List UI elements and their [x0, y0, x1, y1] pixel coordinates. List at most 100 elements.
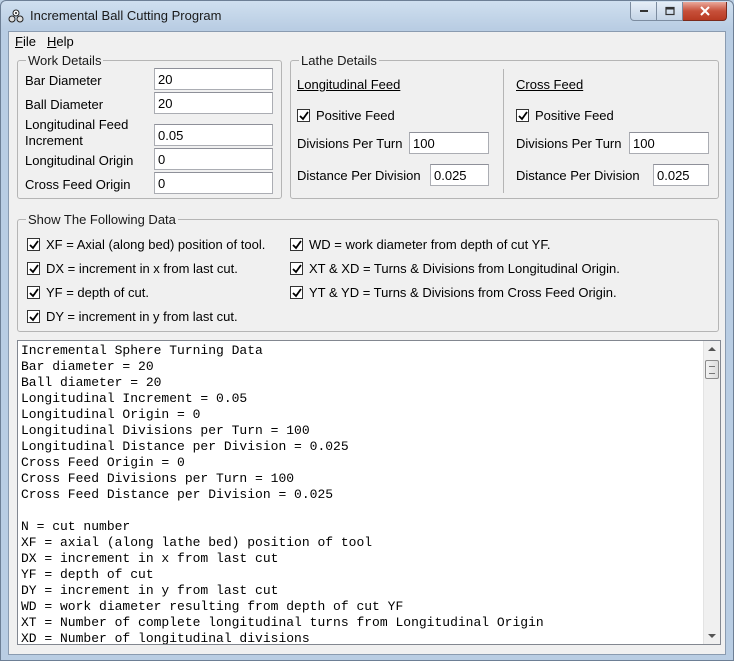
check-icon	[292, 240, 302, 250]
output-line: Incremental Sphere Turning Data	[21, 343, 263, 358]
checkbox-box	[290, 262, 303, 275]
menu-help[interactable]: Help	[47, 34, 74, 49]
work-details-legend: Work Details	[28, 53, 102, 68]
output-line: XT = Number of complete longitudinal tur…	[21, 615, 544, 630]
output-line: YF = depth of cut	[21, 567, 154, 582]
check-icon	[299, 111, 309, 121]
output-line: Longitudinal Divisions per Turn = 100	[21, 423, 310, 438]
client-area: File Help Work Details Bar Diameter Ball…	[8, 31, 726, 655]
minimize-button[interactable]	[630, 2, 657, 21]
show-xt-xd-label: XT & XD = Turns & Divisions from Longitu…	[309, 261, 620, 276]
output-line: Longitudinal Origin = 0	[21, 407, 201, 422]
scroll-thumb[interactable]	[705, 360, 719, 379]
long-feed-increment-label: Longitudinal Feed	[25, 117, 129, 132]
show-yt-yd-checkbox[interactable]: YT & YD = Turns & Divisions from Cross F…	[290, 285, 617, 300]
ball-diameter-label: Ball Diameter	[25, 97, 104, 112]
output-line: WD = work diameter resulting from depth …	[21, 599, 404, 614]
checkbox-box	[27, 310, 40, 323]
cross-divisions-input[interactable]	[629, 132, 709, 154]
show-yf-label: YF = depth of cut.	[46, 285, 149, 300]
long-positive-feed-label: Positive Feed	[316, 108, 395, 123]
scroll-down-button[interactable]	[704, 627, 720, 644]
cross-positive-feed-checkbox[interactable]: Positive Feed	[516, 108, 614, 123]
long-distance-label: Distance Per Division	[297, 168, 421, 183]
checkbox-box	[516, 109, 529, 122]
show-data-legend: Show The Following Data	[28, 212, 176, 227]
output-line: DX = increment in x from last cut	[21, 551, 279, 566]
checkbox-box	[297, 109, 310, 122]
ball-diameter-input[interactable]	[154, 92, 273, 114]
cross-divisions-label: Divisions Per Turn	[516, 136, 622, 151]
long-origin-label: Longitudinal Origin	[25, 153, 134, 168]
app-icon	[8, 8, 24, 24]
check-icon	[518, 111, 528, 121]
output-line: N = cut number	[21, 519, 131, 534]
cross-distance-input[interactable]	[653, 164, 709, 186]
output-textarea[interactable]: Incremental Sphere Turning Data Bar diame…	[17, 340, 721, 645]
checkbox-box	[290, 238, 303, 251]
lathe-details-legend: Lathe Details	[301, 53, 377, 68]
output-text: Incremental Sphere Turning Data Bar diame…	[21, 343, 701, 645]
long-distance-input[interactable]	[430, 164, 489, 186]
output-line: Ball diameter = 20	[21, 375, 162, 390]
output-line: Cross Feed Divisions per Turn = 100	[21, 471, 295, 486]
show-xf-checkbox[interactable]: XF = Axial (along bed) position of tool.	[27, 237, 265, 252]
output-line: Longitudinal Distance per Division = 0.0…	[21, 439, 349, 454]
cross-feed-origin-input[interactable]	[154, 172, 273, 194]
output-line: Cross Feed Distance per Division = 0.025	[21, 487, 334, 502]
show-dy-label: DY = increment in y from last cut.	[46, 309, 238, 324]
output-line: DY = increment in y from last cut	[21, 583, 279, 598]
title-bar[interactable]: Incremental Ball Cutting Program	[1, 1, 733, 31]
cross-feed-origin-label: Cross Feed Origin	[25, 177, 131, 192]
cross-feed-heading: Cross Feed	[516, 77, 584, 92]
show-dx-label: DX = increment in x from last cut.	[46, 261, 238, 276]
output-line: Bar diameter = 20	[21, 359, 154, 374]
check-icon	[29, 240, 39, 250]
show-xf-label: XF = Axial (along bed) position of tool.	[46, 237, 266, 252]
show-wd-checkbox[interactable]: WD = work diameter from depth of cut YF.	[290, 237, 550, 252]
check-icon	[292, 264, 302, 274]
checkbox-box	[290, 286, 303, 299]
cross-positive-feed-label: Positive Feed	[535, 108, 614, 123]
output-line: XD = Number of longitudinal divisions	[21, 631, 310, 645]
long-origin-input[interactable]	[154, 148, 273, 170]
long-divisions-label: Divisions Per Turn	[297, 136, 403, 151]
show-yt-yd-label: YT & YD = Turns & Divisions from Cross F…	[309, 285, 617, 300]
caption-buttons	[630, 2, 727, 21]
app-window: Incremental Ball Cutting Program File He…	[0, 0, 734, 661]
maximize-button[interactable]	[657, 2, 683, 21]
checkbox-box	[27, 238, 40, 251]
close-button[interactable]	[683, 2, 727, 21]
show-wd-label: WD = work diameter from depth of cut YF.	[309, 237, 551, 252]
output-line: Longitudinal Increment = 0.05	[21, 391, 248, 406]
vertical-scrollbar[interactable]	[703, 341, 720, 644]
bar-diameter-input[interactable]	[154, 68, 273, 90]
checkbox-box	[27, 286, 40, 299]
check-icon	[29, 264, 39, 274]
bar-diameter-label: Bar Diameter	[25, 73, 102, 88]
checkbox-box	[27, 262, 40, 275]
chevron-up-icon	[708, 347, 716, 351]
show-yf-checkbox[interactable]: YF = depth of cut.	[27, 285, 149, 300]
check-icon	[29, 312, 39, 322]
check-icon	[29, 288, 39, 298]
output-line: XF = axial (along lathe bed) position of…	[21, 535, 373, 550]
menu-file[interactable]: File	[15, 34, 36, 49]
long-positive-feed-checkbox[interactable]: Positive Feed	[297, 108, 395, 123]
show-xt-xd-checkbox[interactable]: XT & XD = Turns & Divisions from Longitu…	[290, 261, 620, 276]
scroll-up-button[interactable]	[704, 341, 720, 358]
cross-distance-label: Distance Per Division	[516, 168, 640, 183]
chevron-down-icon	[708, 634, 716, 638]
longitudinal-feed-heading: Longitudinal Feed	[297, 77, 401, 92]
window-title: Incremental Ball Cutting Program	[30, 8, 222, 23]
long-divisions-input[interactable]	[409, 132, 489, 154]
show-dy-checkbox[interactable]: DY = increment in y from last cut.	[27, 309, 238, 324]
lathe-divider	[503, 69, 504, 193]
show-dx-checkbox[interactable]: DX = increment in x from last cut.	[27, 261, 238, 276]
long-feed-increment-label-2: Increment	[25, 133, 83, 148]
long-feed-increment-input[interactable]	[154, 124, 273, 146]
menu-bar: File Help	[9, 32, 725, 52]
check-icon	[292, 288, 302, 298]
close-icon	[699, 6, 710, 16]
